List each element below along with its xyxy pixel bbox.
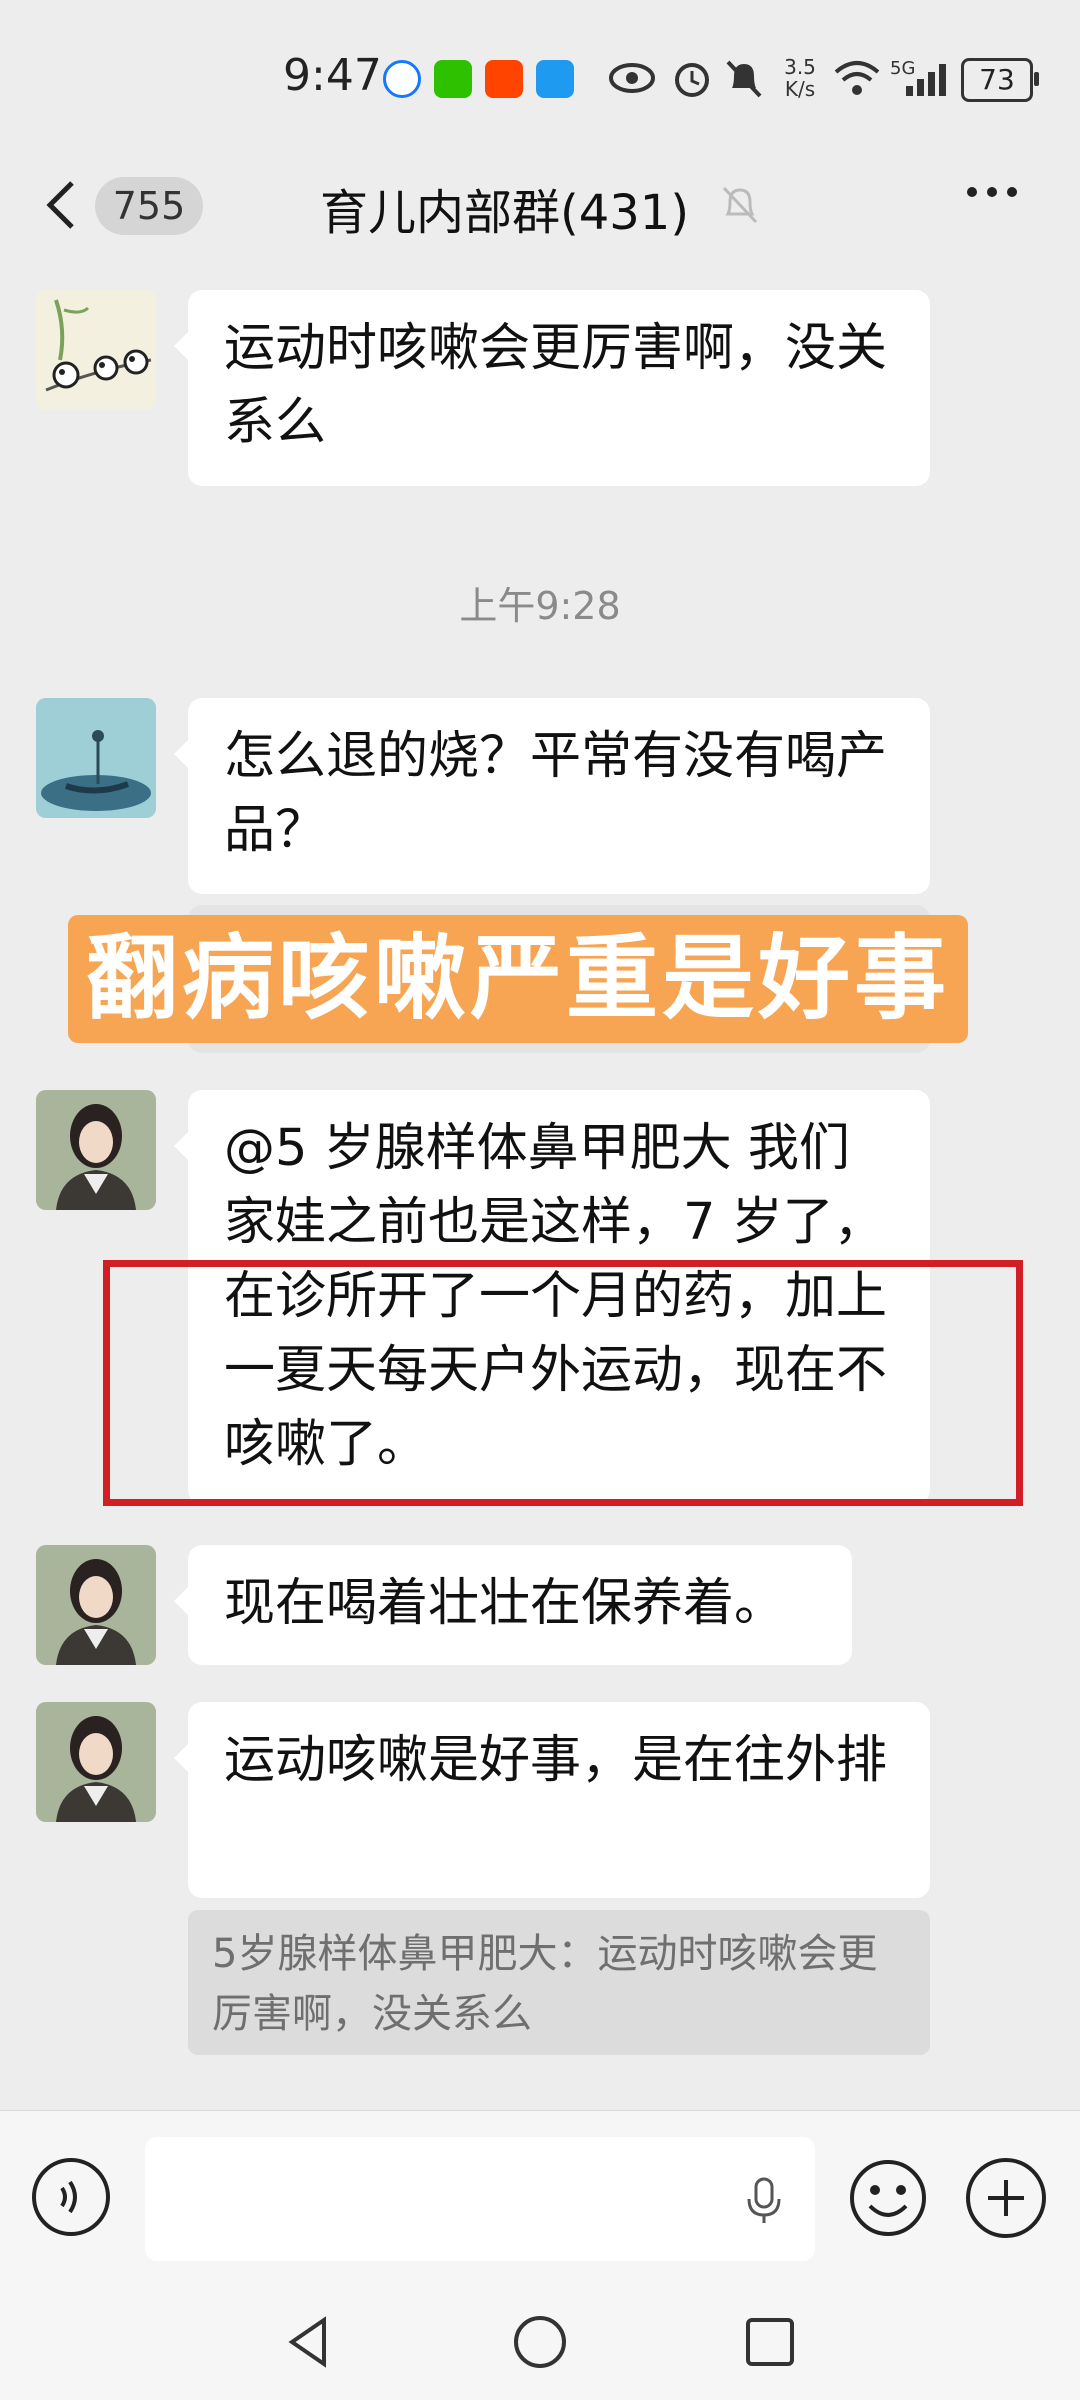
app-notification-icon	[383, 60, 421, 98]
nav-home-icon[interactable]	[510, 2312, 570, 2372]
wifi-icon	[834, 61, 880, 95]
plus-icon	[988, 2180, 1024, 2216]
woman-avatar-image	[36, 1090, 156, 1210]
message-timestamp: 上午9:28	[459, 584, 621, 628]
chat-title: 育儿内部群(431)	[320, 185, 690, 241]
net-speed-value: 3.5	[784, 55, 816, 79]
avatar[interactable]	[36, 698, 156, 818]
woman-avatar-image	[36, 1545, 156, 1665]
voice-icon	[60, 2180, 77, 2214]
voice-toggle-button[interactable]	[32, 2158, 110, 2236]
microphone-icon[interactable]	[739, 2175, 789, 2225]
wechat-icon	[434, 60, 472, 98]
cloud-icon	[536, 60, 574, 98]
avatar[interactable]	[36, 290, 156, 410]
nav-back-icon[interactable]	[280, 2312, 340, 2372]
system-nav-bar	[0, 2290, 1080, 2400]
status-bar: 9:47 3.5 K/s 5G 73	[0, 0, 1080, 150]
avatar[interactable]	[36, 1090, 156, 1210]
status-time: 9:47	[283, 50, 382, 101]
net-speed: 3.5 K/s	[778, 56, 822, 100]
woman-avatar-image	[36, 1702, 156, 1822]
quoted-message[interactable]: 5岁腺样体鼻甲肥大：运动时咳嗽会更厉害啊，没关系么	[188, 1910, 930, 2055]
boat-avatar-image	[36, 698, 156, 818]
panda-avatar-image	[45, 299, 152, 392]
taobao-icon	[485, 60, 523, 98]
message-input[interactable]	[145, 2137, 815, 2261]
avatar[interactable]	[36, 1545, 156, 1665]
overlay-caption-banner: 翻病咳嗽严重是好事	[68, 915, 968, 1043]
bell-off-icon	[726, 60, 762, 98]
chevron-left-icon	[46, 181, 74, 229]
net-speed-unit: K/s	[784, 77, 816, 101]
message-bubble[interactable]: 运动咳嗽是好事，是在往外排	[174, 1702, 930, 1898]
more-options-button[interactable]	[962, 162, 1022, 235]
chat-header: 755 育儿内部群(431)	[0, 150, 1080, 280]
avatar[interactable]	[36, 1702, 156, 1822]
nav-recents-icon[interactable]	[740, 2312, 800, 2372]
battery-indicator: 73	[961, 58, 1039, 102]
more-icon	[967, 187, 1017, 197]
eye-icon	[609, 63, 655, 93]
message-bubble[interactable]: 怎么退的烧？平常有没有喝产品？	[174, 698, 930, 894]
alarm-icon	[675, 63, 709, 97]
mute-indicator	[720, 182, 760, 235]
bell-off-icon	[722, 186, 758, 224]
add-attachment-button[interactable]	[966, 2158, 1046, 2238]
signal-icon	[906, 64, 946, 96]
emoji-icon[interactable]	[848, 2158, 928, 2238]
highlight-box	[103, 1260, 1023, 1506]
message-bubble[interactable]: 现在喝着壮壮在保养着。	[174, 1545, 852, 1665]
message-bubble[interactable]: 运动时咳嗽会更厉害啊，没关系么	[174, 290, 930, 486]
unread-count-badge: 755	[95, 177, 203, 235]
back-button[interactable]	[40, 175, 80, 245]
input-bar	[0, 2110, 1080, 2291]
